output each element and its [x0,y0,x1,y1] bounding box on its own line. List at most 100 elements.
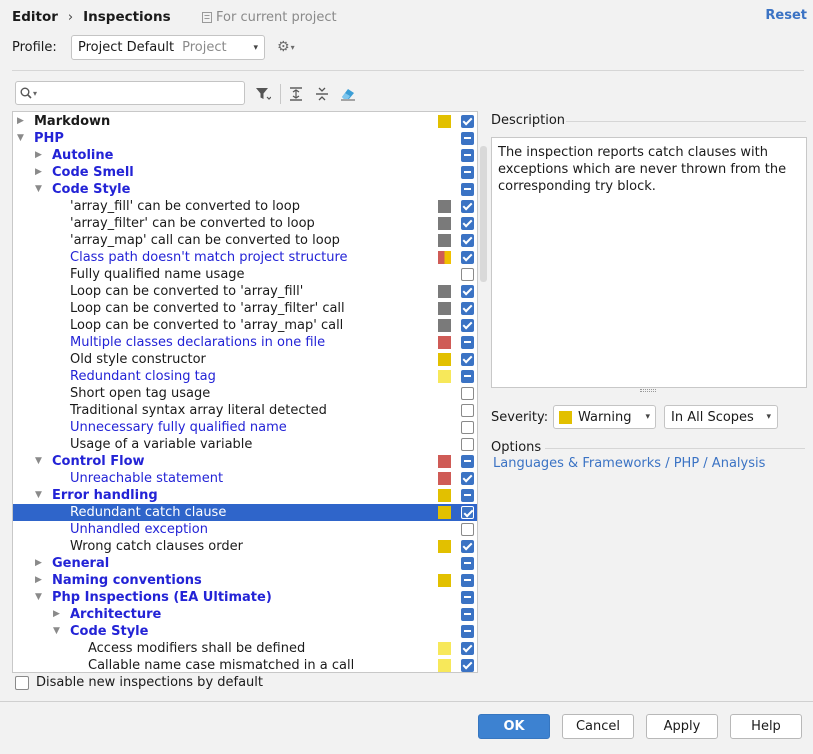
tree-group-row[interactable]: ▶ Architecture [13,606,477,623]
enable-checkbox[interactable] [461,557,474,570]
tree-inspection-row[interactable]: Redundant closing tag [13,368,477,385]
enable-checkbox[interactable] [461,370,474,383]
tree-inspection-row[interactable]: Unhandled exception [13,521,477,538]
enable-checkbox[interactable] [461,472,474,485]
tree-inspection-row[interactable]: Wrong catch clauses order [13,538,477,555]
disable-new-inspections-label[interactable]: Disable new inspections by default [36,675,263,691]
filter-button[interactable] [253,84,273,104]
options-link[interactable]: Languages & Frameworks / PHP / Analysis [493,456,765,472]
chevron-right-icon[interactable]: ▶ [35,558,45,569]
resize-grip[interactable] [640,389,656,392]
enable-checkbox[interactable] [461,353,474,366]
tree-row-label: 'array_filter' can be converted to loop [70,216,315,231]
tree-group-row[interactable]: ▶ Code Smell [13,164,477,181]
chevron-down-icon[interactable]: ▼ [35,184,45,195]
tree-group-row[interactable]: ▼ PHP [13,130,477,147]
tree-inspection-row[interactable]: Unreachable statement [13,470,477,487]
enable-checkbox[interactable] [461,302,474,315]
tree-inspection-row[interactable]: Fully qualified name usage [13,266,477,283]
tree-inspection-row[interactable]: 'array_map' call can be converted to loo… [13,232,477,249]
ok-button[interactable]: OK [478,714,550,739]
enable-checkbox[interactable] [461,625,474,638]
enable-checkbox[interactable] [461,234,474,247]
tree-group-row[interactable]: ▼ Code Style [13,623,477,640]
enable-checkbox[interactable] [461,200,474,213]
inspections-tree[interactable]: ▶ Markdown ▼ PHP ▶ Autoline ▶ Code Smell ▼ Code S… [12,111,478,673]
tree-inspection-row[interactable]: Unnecessary fully qualified name [13,419,477,436]
enable-checkbox[interactable] [461,404,474,417]
enable-checkbox[interactable] [461,336,474,349]
enable-checkbox[interactable] [461,438,474,451]
enable-checkbox[interactable] [461,489,474,502]
enable-checkbox[interactable] [461,523,474,536]
tree-inspection-row[interactable]: Traditional syntax array literal detecte… [13,402,477,419]
cancel-button[interactable]: Cancel [562,714,634,739]
chevron-down-icon[interactable]: ▼ [35,592,45,603]
tree-inspection-row[interactable]: Multiple classes declarations in one fil… [13,334,477,351]
chevron-right-icon[interactable]: ▶ [35,575,45,586]
tree-inspection-row[interactable]: Old style constructor [13,351,477,368]
enable-checkbox[interactable] [461,591,474,604]
tree-group-row[interactable]: ▼ Error handling [13,487,477,504]
chevron-down-icon[interactable]: ▼ [35,490,45,501]
chevron-right-icon[interactable]: ▶ [35,150,45,161]
tree-group-row[interactable]: ▼ Php Inspections (EA Ultimate) [13,589,477,606]
enable-checkbox[interactable] [461,608,474,621]
expand-all-button[interactable] [286,84,306,104]
enable-checkbox[interactable] [461,387,474,400]
tree-inspection-row[interactable]: Loop can be converted to 'array_filter' … [13,300,477,317]
gear-menu-button[interactable]: ⚙ ▾ [277,39,295,55]
enable-checkbox[interactable] [461,574,474,587]
enable-checkbox[interactable] [461,506,474,519]
tree-inspection-row[interactable]: 'array_fill' can be converted to loop [13,198,477,215]
chevron-down-icon[interactable]: ▼ [17,133,27,144]
collapse-all-button[interactable] [312,84,332,104]
chevron-right-icon[interactable]: ▶ [17,116,27,127]
tree-inspection-row[interactable]: 'array_filter' can be converted to loop [13,215,477,232]
tree-group-row[interactable]: ▶ Naming conventions [13,572,477,589]
search-input[interactable]: ▾ [15,81,245,105]
tree-inspection-row[interactable]: Usage of a variable variable [13,436,477,453]
enable-checkbox[interactable] [461,319,474,332]
enable-checkbox[interactable] [461,166,474,179]
tree-inspection-row[interactable]: Class path doesn't match project structu… [13,249,477,266]
enable-checkbox[interactable] [461,455,474,468]
tree-group-row[interactable]: ▶ General [13,555,477,572]
tree-inspection-row[interactable]: Short open tag usage [13,385,477,402]
chevron-down-icon[interactable]: ▼ [35,456,45,467]
reset-link[interactable]: Reset [765,8,807,26]
help-button[interactable]: Help [730,714,802,739]
enable-checkbox[interactable] [461,183,474,196]
tree-inspection-row[interactable]: Loop can be converted to 'array_fill' [13,283,477,300]
breadcrumb-parent[interactable]: Editor [12,9,58,25]
apply-button[interactable]: Apply [646,714,718,739]
tree-inspection-row[interactable]: Redundant catch clause [13,504,477,521]
tree-inspection-row[interactable]: Access modifiers shall be defined [13,640,477,657]
reset-to-default-button[interactable] [338,84,358,104]
enable-checkbox[interactable] [461,132,474,145]
enable-checkbox[interactable] [461,217,474,230]
enable-checkbox[interactable] [461,251,474,264]
tree-group-row[interactable]: ▼ Control Flow [13,453,477,470]
enable-checkbox[interactable] [461,268,474,281]
profile-select[interactable]: Project Default Project ▾ [71,35,265,60]
tree-inspection-row[interactable]: Callable name case mismatched in a call [13,657,477,672]
enable-checkbox[interactable] [461,421,474,434]
enable-checkbox[interactable] [461,285,474,298]
enable-checkbox[interactable] [461,149,474,162]
tree-group-row[interactable]: ▶ Autoline [13,147,477,164]
enable-checkbox[interactable] [461,115,474,128]
chevron-down-icon[interactable]: ▼ [53,626,63,637]
severity-select[interactable]: Warning ▾ [553,405,656,429]
enable-checkbox[interactable] [461,540,474,553]
tree-inspection-row[interactable]: Loop can be converted to 'array_map' cal… [13,317,477,334]
tree-group-row[interactable]: ▶ Markdown [13,113,477,130]
scope-select[interactable]: In All Scopes ▾ [664,405,778,429]
enable-checkbox[interactable] [461,642,474,655]
tree-group-row[interactable]: ▼ Code Style [13,181,477,198]
disable-new-inspections-checkbox[interactable] [15,676,29,690]
tree-scrollbar[interactable] [480,146,487,282]
chevron-right-icon[interactable]: ▶ [53,609,63,620]
enable-checkbox[interactable] [461,659,474,672]
chevron-right-icon[interactable]: ▶ [35,167,45,178]
